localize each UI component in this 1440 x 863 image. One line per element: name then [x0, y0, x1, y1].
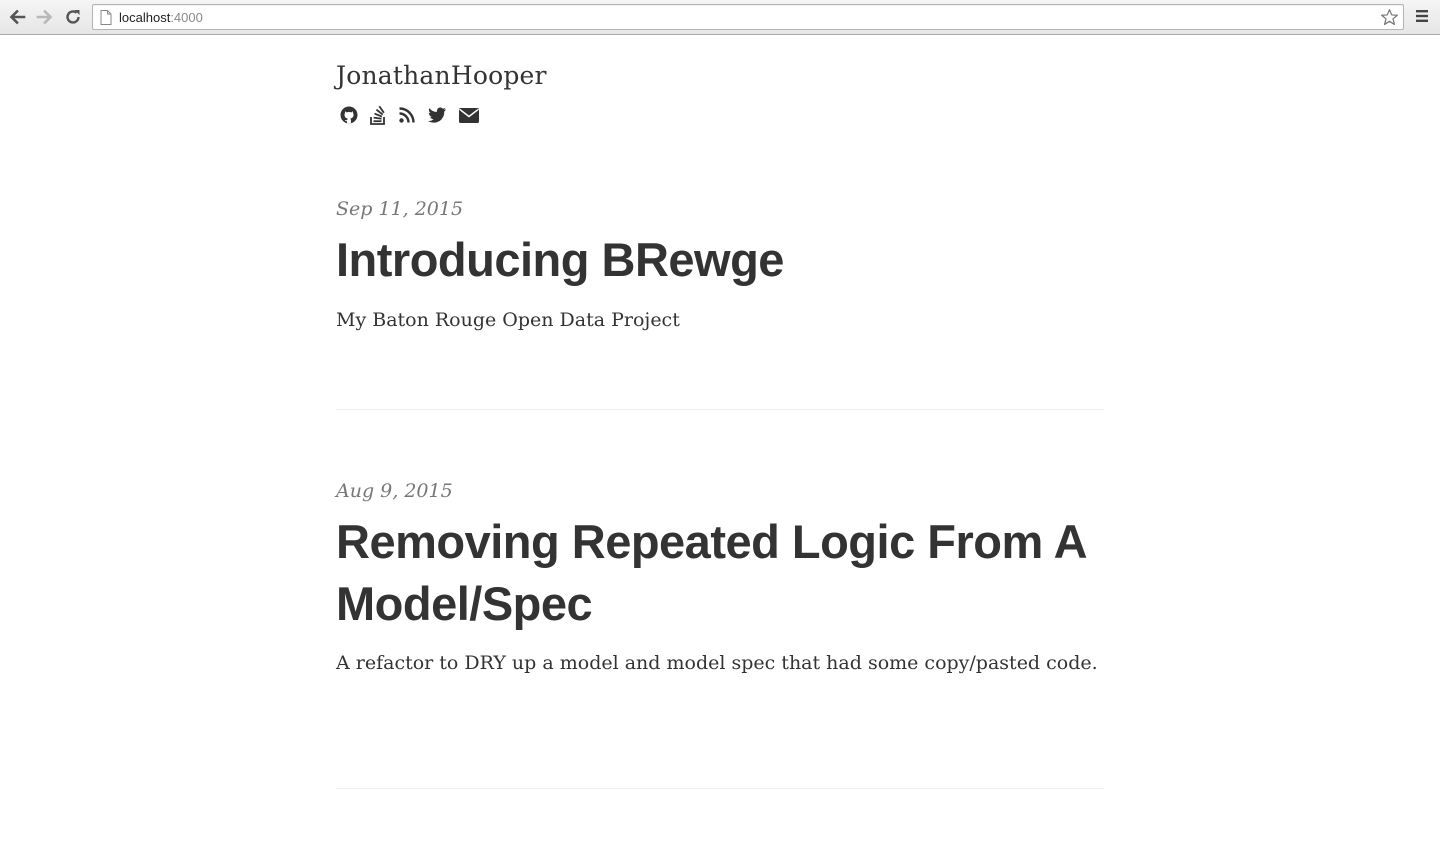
url-port: :4000 [170, 10, 203, 25]
post-date: Sep 11, 2015 [336, 198, 464, 220]
post-subtitle[interactable]: My Baton Rouge Open Data Project [336, 302, 1104, 338]
back-icon [9, 9, 26, 25]
reload-icon [66, 10, 80, 24]
twitter-link[interactable] [426, 104, 448, 126]
post-preview[interactable]: Sep 11, 2015 Introducing BRewge My Baton… [336, 198, 1104, 338]
email-link[interactable] [458, 104, 480, 126]
post-subtitle[interactable]: A refactor to DRY up a model and model s… [336, 645, 1104, 681]
forward-button[interactable] [34, 6, 56, 28]
stackoverflow-link[interactable] [367, 104, 389, 126]
url-text: localhost:4000 [119, 10, 203, 25]
page-icon [100, 10, 112, 25]
forward-icon [36, 9, 53, 25]
rss-link[interactable] [396, 104, 418, 126]
twitter-icon [427, 107, 446, 123]
url-host: localhost [119, 10, 171, 25]
site-title[interactable]: JonathanHooper [336, 61, 547, 90]
reload-button[interactable] [62, 6, 84, 28]
post-divider [336, 788, 1104, 789]
github-link[interactable] [338, 104, 360, 126]
back-button[interactable] [6, 6, 28, 28]
email-icon [459, 108, 479, 123]
address-bar[interactable]: localhost:4000 [92, 4, 1404, 30]
menu-icon[interactable] [1415, 9, 1429, 23]
post-preview[interactable]: Aug 9, 2015 Removing Repeated Logic From… [336, 480, 1104, 681]
rss-icon [399, 107, 415, 123]
star-icon[interactable] [1380, 8, 1399, 27]
post-title[interactable]: Introducing BRewge [336, 229, 1104, 291]
stackoverflow-icon [370, 105, 385, 125]
post-divider [336, 409, 1104, 410]
github-icon [340, 106, 358, 124]
browser-toolbar: localhost:4000 [0, 0, 1440, 35]
post-title[interactable]: Removing Repeated Logic From A Model/Spe… [336, 511, 1104, 635]
post-date: Aug 9, 2015 [336, 480, 453, 502]
